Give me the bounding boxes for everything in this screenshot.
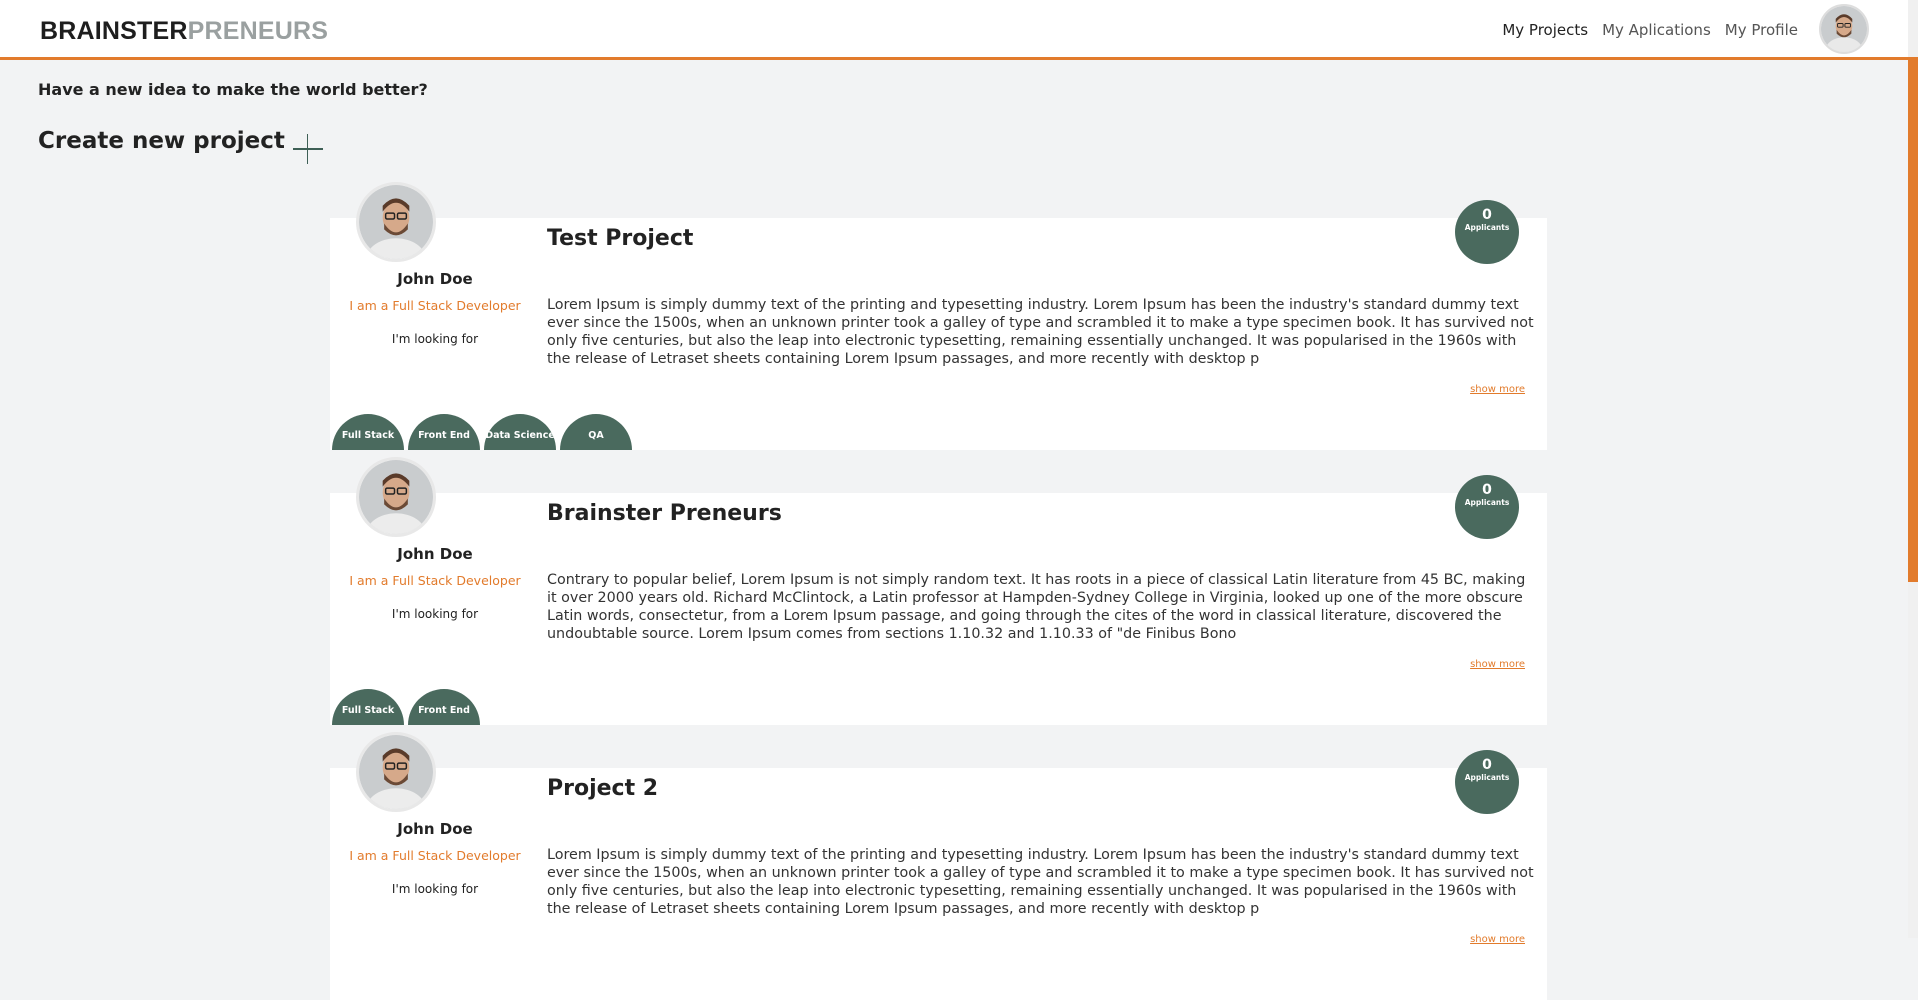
skill-tag[interactable]: Front End [408,689,480,725]
skill-tags: Full Stack Front End Data Science QA [332,414,632,450]
looking-for-label: I'm looking for [391,607,479,621]
applicants-badge[interactable]: 0 Applicants [1455,475,1519,539]
show-more-link[interactable]: show more [1470,934,1525,945]
show-more-link[interactable]: show more [1470,659,1525,670]
plus-icon[interactable] [292,134,323,164]
project-description: Lorem Ipsum is simply dummy text of the … [547,847,1534,917]
author-avatar[interactable] [356,457,436,537]
avatar-icon [359,735,433,809]
create-project-row: Create new project [38,118,323,164]
top-navbar: BRAINSTERPRENEURS My Projects My Aplicat… [0,0,1908,60]
skill-tag[interactable]: Data Science [484,414,556,450]
nav-my-applications[interactable]: My Aplications [1602,21,1711,39]
skill-tags: Full Stack Front End [332,689,480,725]
applicants-label: Applicants [1464,773,1510,782]
brand-part1: BRAINSTER [40,17,188,45]
skill-tag[interactable]: QA [560,414,632,450]
avatar-icon [1821,6,1867,52]
avatar-icon [359,185,433,259]
author-avatar[interactable] [356,732,436,812]
looking-for-label: I'm looking for [391,882,479,896]
avatar-icon [359,460,433,534]
project-card[interactable]: John Doe I am a Full Stack Developer I'm… [330,732,1547,1000]
author-role: I am a Full Stack Developer [349,573,521,588]
scrollbar-thumb[interactable] [1908,57,1918,582]
user-avatar[interactable] [1819,4,1869,54]
brand-logo[interactable]: BRAINSTERPRENEURS [40,17,328,46]
project-description: Lorem Ipsum is simply dummy text of the … [547,297,1534,367]
author-name: John Doe [397,270,473,288]
project-title: Test Project [547,226,694,251]
applicants-label: Applicants [1464,223,1510,232]
applicants-label: Applicants [1464,498,1510,507]
brand-part2: PRENEURS [187,17,329,45]
project-title: Project 2 [547,776,659,801]
applicants-badge[interactable]: 0 Applicants [1455,200,1519,264]
project-card[interactable]: John Doe I am a Full Stack Developer I'm… [330,457,1547,725]
applicants-badge[interactable]: 0 Applicants [1455,750,1519,814]
author-name: John Doe [397,545,473,563]
author-name: John Doe [397,820,473,838]
show-more-link[interactable]: show more [1470,384,1525,395]
project-card[interactable]: John Doe I am a Full Stack Developer I'm… [330,182,1547,450]
author-avatar[interactable] [356,182,436,262]
skill-tag[interactable]: Full Stack [332,414,404,450]
idea-prompt: Have a new idea to make the world better… [38,80,428,99]
skill-tag[interactable]: Front End [408,414,480,450]
looking-for-label: I'm looking for [391,332,479,346]
applicants-count: 0 [1482,482,1492,498]
skill-tag[interactable]: Full Stack [332,689,404,725]
project-title: Brainster Preneurs [547,501,782,526]
author-role: I am a Full Stack Developer [349,298,521,313]
project-description: Contrary to popular belief, Lorem Ipsum … [547,572,1526,642]
nav-links: My Projects My Aplications My Profile [1502,21,1798,39]
create-project-label[interactable]: Create new project [38,128,285,154]
nav-my-projects[interactable]: My Projects [1502,21,1588,39]
applicants-count: 0 [1482,207,1492,223]
applicants-count: 0 [1482,757,1492,773]
nav-my-profile[interactable]: My Profile [1725,21,1798,39]
author-role: I am a Full Stack Developer [349,848,521,863]
